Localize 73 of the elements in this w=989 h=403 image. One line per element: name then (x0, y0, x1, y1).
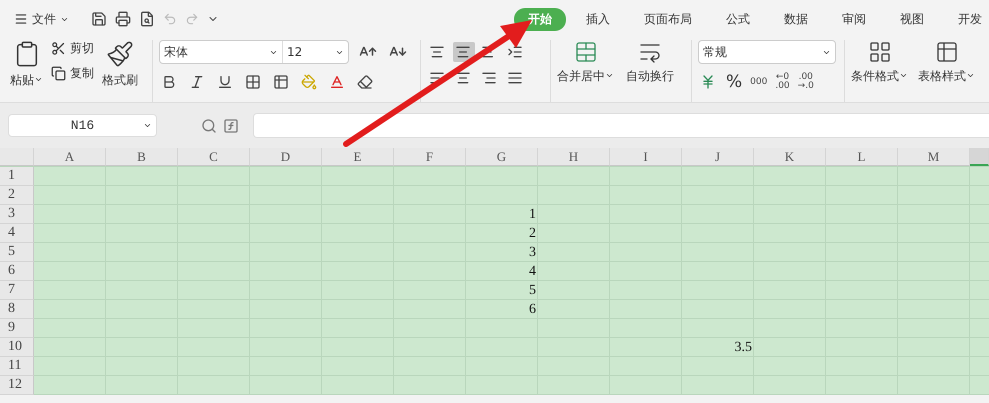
row-header[interactable]: 6 (0, 262, 34, 281)
row-header[interactable]: 4 (0, 224, 34, 243)
ribbon-tab[interactable]: 视图 (886, 8, 938, 30)
ribbon-tab[interactable]: 公式 (712, 8, 764, 30)
row-header[interactable]: 8 (0, 300, 34, 319)
save-icon[interactable] (91, 11, 107, 27)
number-format-field[interactable]: 常规 (699, 41, 835, 63)
ribbon-tab[interactable]: 数据 (770, 8, 822, 30)
thousands-button[interactable]: 000 (750, 78, 768, 86)
table-cell-text: 1 (528, 206, 537, 224)
row-header[interactable]: 5 (0, 243, 34, 262)
table-cell-text: 3.5 (734, 338, 753, 356)
row-header[interactable]: 12 (0, 376, 34, 395)
search-icon[interactable] (201, 118, 217, 134)
row-header[interactable]: 3 (0, 205, 34, 224)
grid-icon (868, 40, 892, 64)
column-header[interactable]: B (106, 148, 178, 166)
table-cell-text: 6 (528, 300, 537, 318)
table-cell-text: 3 (528, 244, 537, 262)
column-header[interactable]: J (682, 148, 754, 166)
cut-button[interactable]: 剪切 (51, 40, 94, 57)
formula-field[interactable] (253, 113, 989, 138)
scissors-icon (51, 41, 66, 56)
column-header[interactable]: A (34, 148, 106, 166)
merge-cells-icon (574, 40, 598, 64)
brush-icon (106, 40, 134, 68)
column-header[interactable]: K (754, 148, 826, 166)
wrap-text-button[interactable]: 自动换行 (626, 40, 674, 85)
column-header[interactable]: C (178, 148, 250, 166)
row-header[interactable]: 2 (0, 186, 34, 205)
caret-icon (899, 71, 908, 80)
table-cell-text: 5 (528, 282, 537, 300)
column-header[interactable]: F (394, 148, 466, 166)
row-header[interactable]: 7 (0, 281, 34, 300)
conditional-format-button[interactable]: 条件格式 (851, 40, 908, 85)
row-header[interactable]: 1 (0, 167, 34, 186)
percent-button[interactable]: % (726, 72, 742, 92)
row-header[interactable]: 11 (0, 357, 34, 376)
column-header[interactable]: L (826, 148, 898, 166)
merge-center-button[interactable]: 合并居中 (557, 40, 614, 85)
column-header[interactable]: G (466, 148, 538, 166)
ribbon-tab[interactable]: 插入 (572, 8, 624, 30)
table-style-button[interactable]: 表格样式 (918, 40, 975, 85)
ribbon-tab[interactable]: 审阅 (828, 8, 880, 30)
caret-icon (605, 71, 614, 80)
format-painter-button[interactable]: 格式刷 (102, 40, 138, 89)
ribbon-tab[interactable]: 开发 (944, 8, 989, 30)
caret-icon (966, 71, 975, 80)
column-header[interactable]: D (250, 148, 322, 166)
copy-icon (51, 66, 66, 81)
remove-decimal-button[interactable]: .00 →.0 (798, 73, 814, 91)
caret-icon (34, 75, 43, 84)
function-icon[interactable] (223, 118, 239, 134)
copy-button[interactable]: 复制 (51, 65, 94, 82)
print-preview-icon[interactable] (139, 11, 155, 27)
column-header[interactable]: H (538, 148, 610, 166)
row-header[interactable]: 10 (0, 338, 34, 357)
table-cell-text: 2 (528, 224, 537, 242)
file-menu[interactable]: 文件 (14, 10, 69, 28)
row-header[interactable]: 9 (0, 319, 34, 338)
fill-color-icon[interactable] (299, 72, 319, 92)
column-header[interactable]: E (322, 148, 394, 166)
printer-icon[interactable] (115, 11, 131, 27)
name-box[interactable]: N16 (8, 114, 157, 137)
table-icon (934, 40, 958, 64)
column-header[interactable]: M (898, 148, 970, 166)
paste-button[interactable]: 粘贴 (10, 40, 43, 89)
add-decimal-button[interactable]: ←0 .00 (775, 73, 790, 91)
menu-icon (14, 12, 28, 26)
align-icon[interactable] (453, 42, 475, 62)
table-cell-text: 4 (528, 262, 537, 280)
column-header[interactable]: I (610, 148, 682, 166)
ribbon-tab[interactable]: 页面布局 (630, 8, 706, 30)
